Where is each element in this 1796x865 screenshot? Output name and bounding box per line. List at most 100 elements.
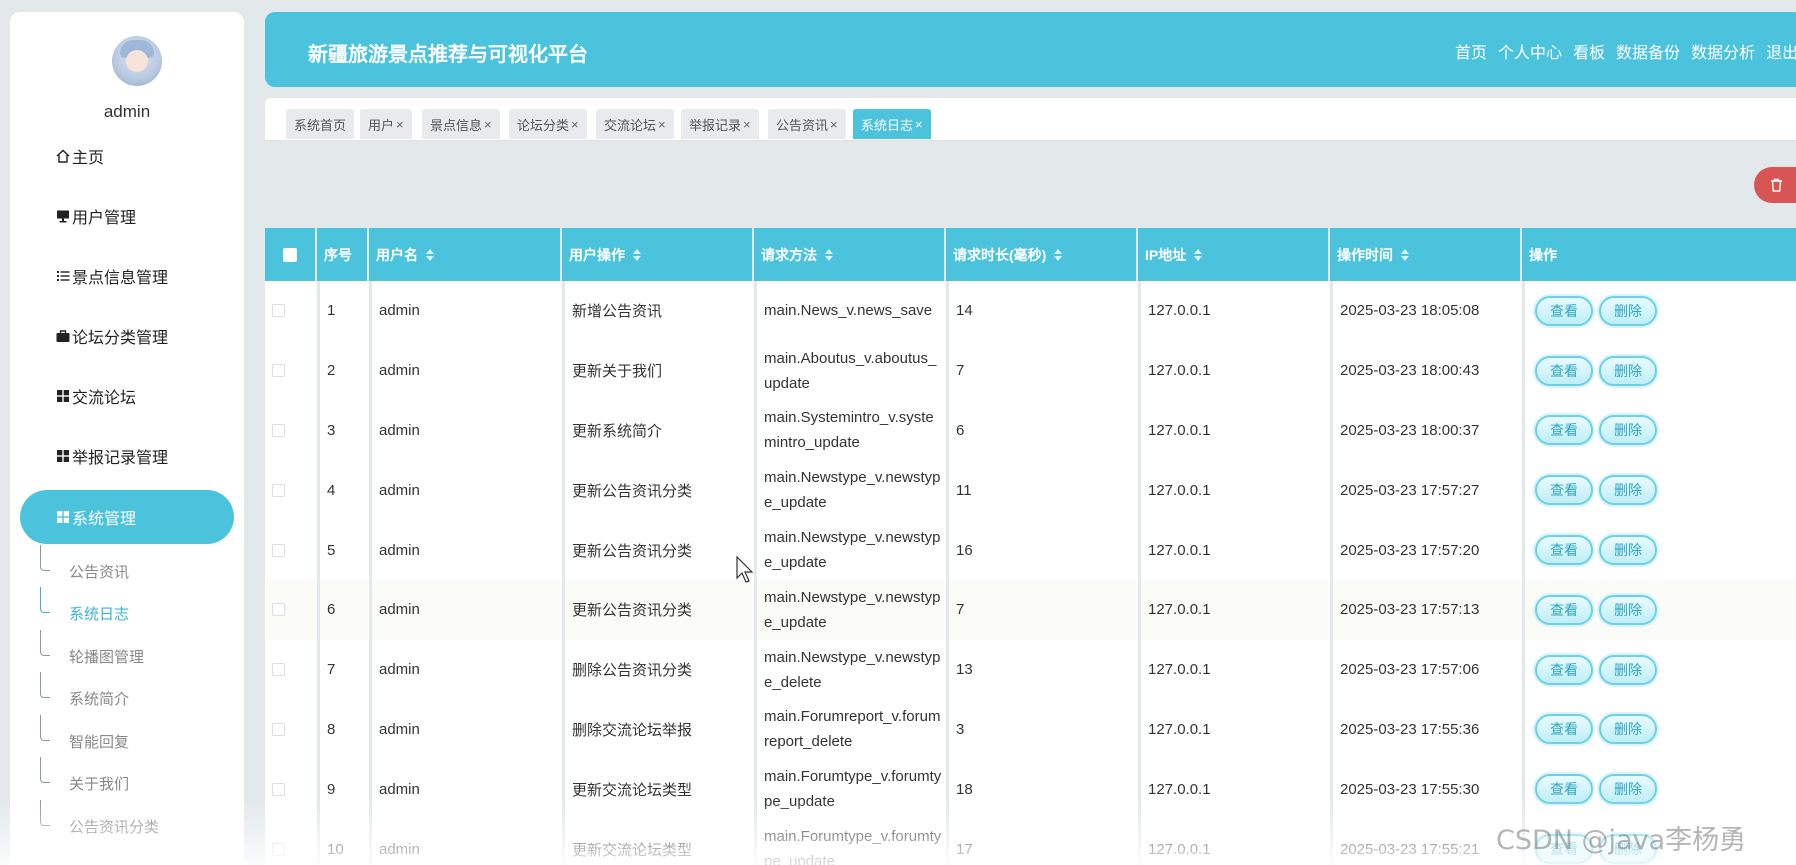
row-checkbox[interactable]: [272, 543, 285, 557]
sidebar-subitem-4[interactable]: 智能回复: [40, 715, 129, 761]
sidebar-subitem-5[interactable]: 关于我们: [40, 757, 129, 803]
delete-button[interactable]: 删除: [1599, 295, 1657, 326]
sort-descending-icon[interactable]: [633, 255, 641, 261]
row-checkbox[interactable]: [272, 364, 285, 378]
top-nav-link-4[interactable]: 数据分析: [1691, 39, 1755, 63]
row-checkbox[interactable]: [272, 483, 285, 497]
top-nav-link-1[interactable]: 个人中心: [1498, 39, 1562, 63]
column-header-5[interactable]: IP地址: [1138, 228, 1328, 281]
sort-caret-icon[interactable]: [1194, 248, 1203, 261]
table-row: 3 admin 更新系统简介 main.Systemintro_v.systemint…: [265, 400, 1796, 461]
sort-descending-icon[interactable]: [1401, 255, 1409, 261]
view-button[interactable]: 查看: [1535, 714, 1593, 745]
sort-descending-icon[interactable]: [825, 255, 833, 261]
table-cell-2: 更新系统简介: [562, 400, 752, 461]
delete-button[interactable]: 删除: [1599, 714, 1657, 745]
sort-caret-icon[interactable]: [633, 248, 641, 261]
table-cell-3: main.Newstype_v.newstype_update: [754, 520, 944, 580]
tab-3[interactable]: 论坛分类 ×: [509, 109, 587, 139]
close-icon[interactable]: ×: [484, 117, 492, 132]
sidebar-subitem-2[interactable]: 轮播图管理: [40, 630, 144, 676]
column-header-1[interactable]: 用户名: [369, 228, 560, 281]
tab-6[interactable]: 公告资讯 ×: [768, 109, 846, 139]
sidebar-subitem-1[interactable]: 系统日志: [40, 587, 129, 633]
row-checkbox[interactable]: [272, 423, 285, 437]
top-nav-link-5[interactable]: 退出: [1766, 39, 1796, 63]
delete-button[interactable]: 删除: [1599, 654, 1657, 685]
sort-descending-icon[interactable]: [426, 255, 434, 261]
sort-ascending-icon[interactable]: [633, 248, 641, 254]
delete-button[interactable]: 删除: [1599, 415, 1657, 446]
sort-caret-icon[interactable]: [1401, 248, 1409, 261]
view-button[interactable]: 查看: [1535, 355, 1593, 386]
row-checkbox[interactable]: [272, 782, 285, 796]
delete-button[interactable]: 删除: [1599, 535, 1657, 566]
close-icon[interactable]: ×: [571, 117, 579, 132]
top-nav-link-2[interactable]: 看板: [1573, 39, 1605, 63]
tab-1[interactable]: 用户 ×: [360, 109, 412, 139]
view-button[interactable]: 查看: [1535, 415, 1593, 446]
sidebar-item-6[interactable]: 系统管理: [20, 490, 234, 544]
batch-delete-button[interactable]: [1754, 167, 1796, 203]
tab-7[interactable]: 系统日志 ×: [853, 109, 931, 139]
sort-caret-icon[interactable]: [825, 248, 833, 261]
sort-descending-icon[interactable]: [1054, 255, 1063, 261]
column-header-3[interactable]: 请求方法: [754, 228, 944, 281]
view-button[interactable]: 查看: [1535, 654, 1593, 685]
view-button[interactable]: 查看: [1535, 295, 1593, 326]
avatar[interactable]: [112, 36, 162, 86]
tab-0[interactable]: 系统首页: [286, 109, 355, 139]
sidebar-subitem-3[interactable]: 系统简介: [40, 672, 129, 718]
tab-5[interactable]: 举报记录 ×: [681, 109, 759, 139]
sort-descending-icon[interactable]: [1194, 255, 1203, 261]
sidebar-subitem-6[interactable]: 公告资讯分类: [40, 800, 159, 846]
row-checkbox[interactable]: [272, 663, 285, 677]
tree-connector: [40, 800, 50, 826]
row-checkbox[interactable]: [272, 722, 285, 736]
view-button[interactable]: 查看: [1535, 774, 1593, 805]
sidebar-item-4[interactable]: 交流论坛: [20, 369, 234, 423]
tab-4[interactable]: 交流论坛 ×: [596, 109, 674, 139]
close-icon[interactable]: ×: [658, 117, 666, 132]
row-select-cell: [265, 759, 315, 819]
sort-caret-icon[interactable]: [426, 248, 434, 261]
row-select-cell: [265, 520, 315, 580]
sidebar-item-0[interactable]: 主页: [20, 129, 234, 183]
close-icon[interactable]: ×: [396, 117, 404, 132]
column-header-2[interactable]: 用户操作: [562, 228, 752, 281]
delete-button[interactable]: 删除: [1599, 355, 1657, 386]
sort-ascending-icon[interactable]: [426, 248, 434, 254]
sidebar-item-5[interactable]: 举报记录管理: [20, 429, 234, 483]
sidebar-item-3[interactable]: 论坛分类管理: [20, 309, 234, 363]
sort-ascending-icon[interactable]: [1401, 248, 1409, 254]
tree-connector: [40, 715, 50, 741]
row-checkbox[interactable]: [272, 603, 285, 617]
sort-ascending-icon[interactable]: [1194, 248, 1203, 254]
delete-button[interactable]: 删除: [1599, 475, 1657, 506]
column-header-6[interactable]: 操作时间: [1330, 228, 1520, 281]
sort-ascending-icon[interactable]: [825, 248, 833, 254]
top-nav-link-0[interactable]: 首页: [1455, 39, 1487, 63]
sort-caret-icon[interactable]: [1054, 248, 1063, 261]
table-cell-4: 14: [946, 281, 1136, 341]
select-all-checkbox[interactable]: [283, 247, 297, 262]
row-checkbox[interactable]: [272, 304, 285, 318]
view-button[interactable]: 查看: [1535, 535, 1593, 566]
close-icon[interactable]: ×: [830, 117, 838, 132]
row-checkbox[interactable]: [272, 842, 285, 856]
sidebar-item-2[interactable]: 景点信息管理: [20, 249, 234, 303]
delete-button[interactable]: 删除: [1599, 594, 1657, 625]
sort-ascending-icon[interactable]: [1054, 248, 1063, 254]
table-cell-0: 5: [317, 520, 367, 580]
close-icon[interactable]: ×: [743, 117, 751, 132]
view-button[interactable]: 查看: [1535, 594, 1593, 625]
sidebar-subitem-0[interactable]: 公告资讯: [40, 545, 129, 591]
close-icon[interactable]: ×: [915, 117, 923, 132]
tab-2[interactable]: 景点信息 ×: [422, 109, 500, 139]
sidebar-item-1[interactable]: 用户管理: [20, 189, 234, 243]
top-nav-link-3[interactable]: 数据备份: [1616, 39, 1680, 63]
delete-button[interactable]: 删除: [1599, 774, 1657, 805]
view-button[interactable]: 查看: [1535, 475, 1593, 506]
column-header-4[interactable]: 请求时长(毫秒): [946, 228, 1136, 281]
table-cell-4: 7: [946, 580, 1136, 640]
